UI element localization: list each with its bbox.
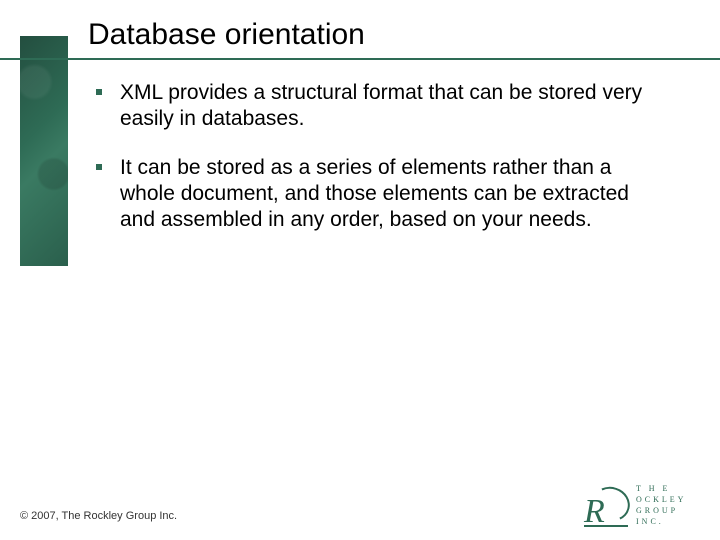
bullet-list: XML provides a structural format that ca… — [96, 80, 656, 255]
copyright-footer: © 2007, The Rockley Group Inc. — [20, 510, 177, 522]
logo-mark-icon: R — [584, 485, 628, 527]
bullet-text: It can be stored as a series of elements… — [120, 155, 656, 234]
logo-text: T H E ockley Group Inc. — [636, 484, 704, 527]
company-logo: R T H E ockley Group Inc. — [584, 484, 704, 528]
bullet-icon — [96, 164, 102, 170]
decorative-side-band — [20, 36, 68, 266]
slide-title: Database orientation — [88, 18, 365, 52]
bullet-icon — [96, 89, 102, 95]
logo-line-1: T H E — [636, 484, 704, 495]
title-rule — [0, 58, 720, 60]
logo-line-3: Group Inc. — [636, 506, 704, 528]
bullet-text: XML provides a structural format that ca… — [120, 80, 656, 133]
list-item: XML provides a structural format that ca… — [96, 80, 656, 133]
list-item: It can be stored as a series of elements… — [96, 155, 656, 234]
logo-line-2: ockley — [636, 495, 704, 506]
